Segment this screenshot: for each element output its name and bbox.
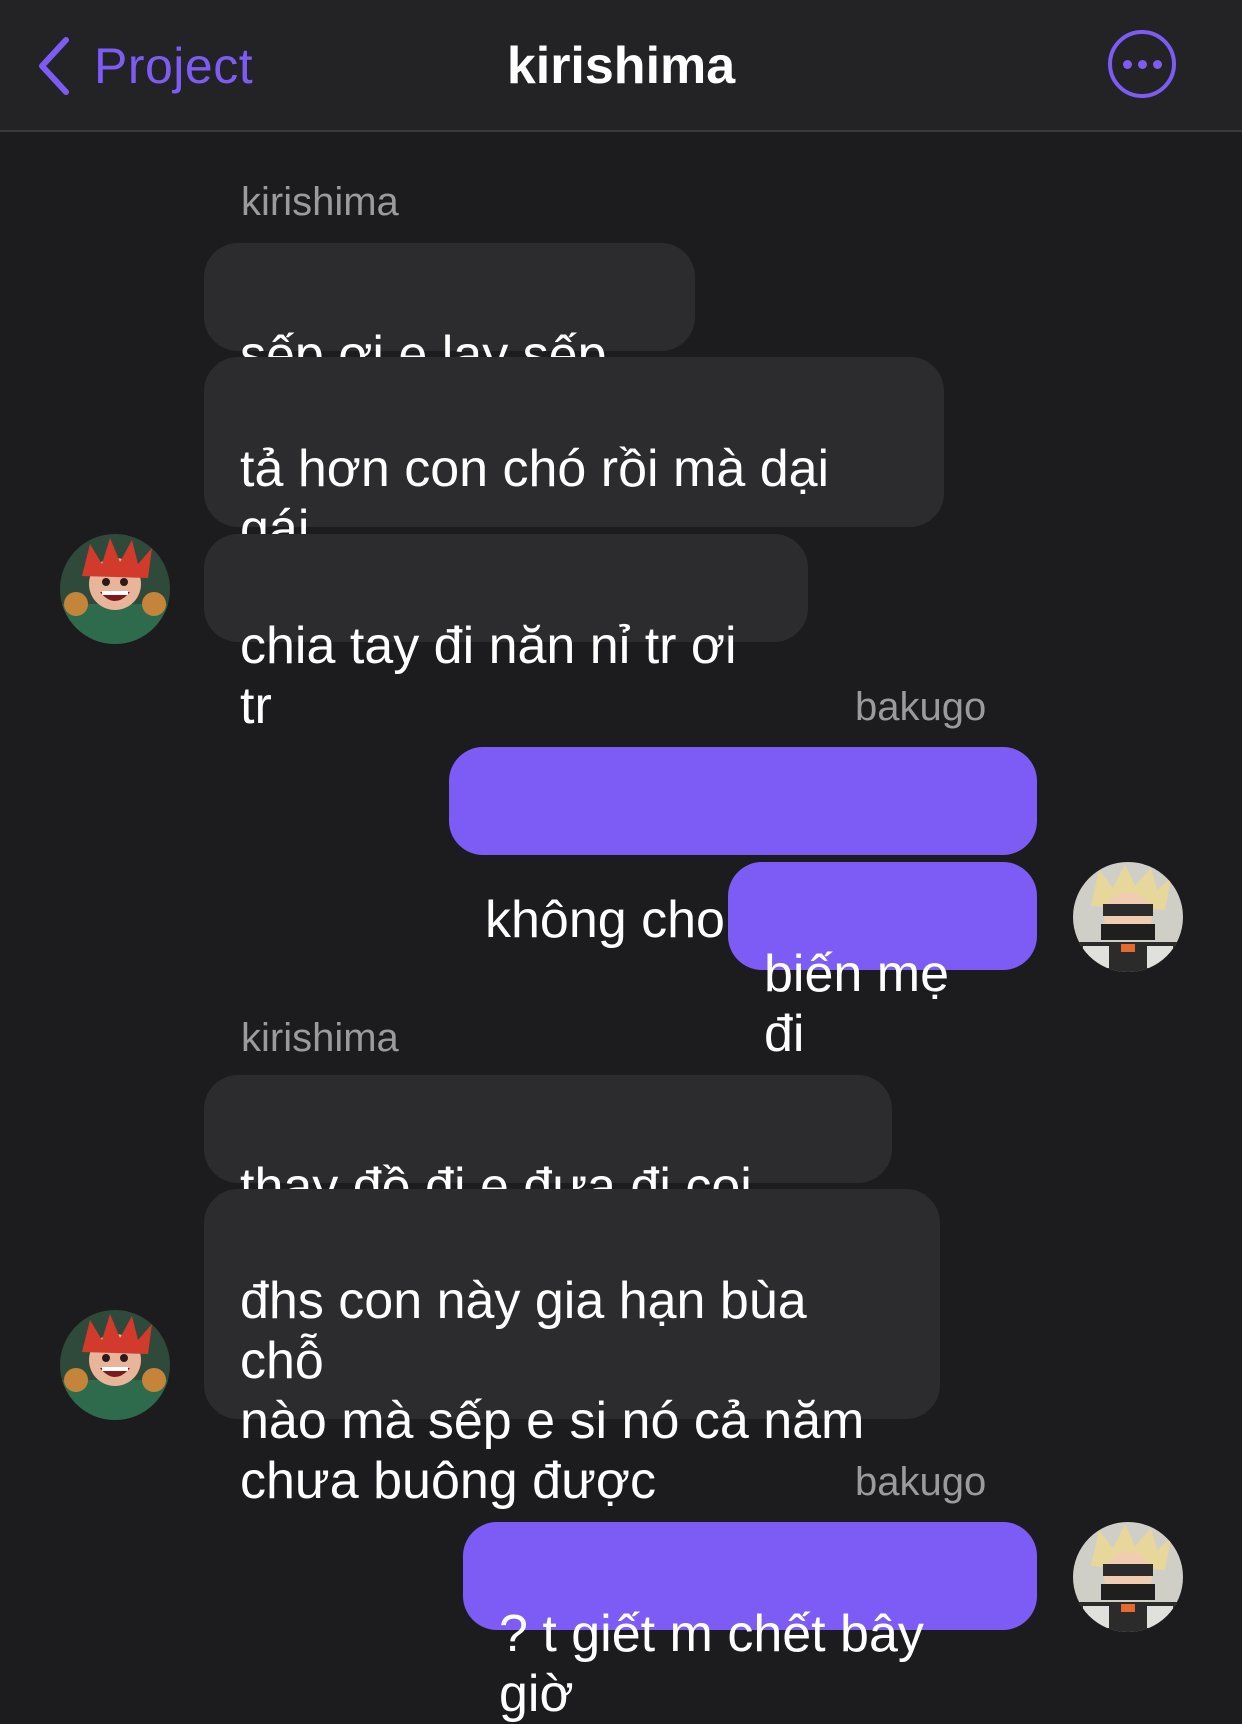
message-text: ? t giết m chết bây giờ [499,1605,924,1723]
message-text: biến mẹ đi [764,945,949,1063]
sender-name: kirishima [241,1016,399,1060]
message-bubble[interactable]: tả hơn con chó rồi mà dại gái quài z [204,357,944,618]
avatar-kirishima[interactable] [60,1310,170,1420]
avatar-kirishima[interactable] [60,534,170,644]
message-bubble[interactable]: đhs con này gia hạn bùa chỗ nào mà sếp e… [204,1189,940,1510]
chat-title: kirishima [506,37,736,95]
sender-name: kirishima [241,180,399,224]
more-options-icon [1122,59,1132,69]
message-bubble[interactable]: ? t giết m chết bây giờ [463,1522,1037,1723]
more-options-button[interactable] [1108,30,1176,98]
avatar-bakugo[interactable] [1073,1522,1183,1632]
message-bubble[interactable]: chia tay đi năn nỉ tr ơi tr [204,534,808,735]
message-bubble[interactable]: không cho thôi mày [449,747,1037,949]
avatar-bakugo[interactable] [1073,862,1183,972]
sender-name: bakugo [855,685,987,729]
sender-name: bakugo [855,1460,987,1504]
message-bubble[interactable]: sếp ơi e lạy sếp [204,243,695,501]
message-text: chia tay đi năn nỉ tr ơi tr [240,617,737,735]
message-bubble[interactable]: biến mẹ đi [728,862,1037,1063]
chat-header: Project kirishima [0,0,1242,132]
message-bubble[interactable]: thay đồ đi e đưa đi coi thầy [204,1075,892,1276]
message-text: đhs con này gia hạn bùa chỗ nào mà sếp e… [240,1272,865,1510]
